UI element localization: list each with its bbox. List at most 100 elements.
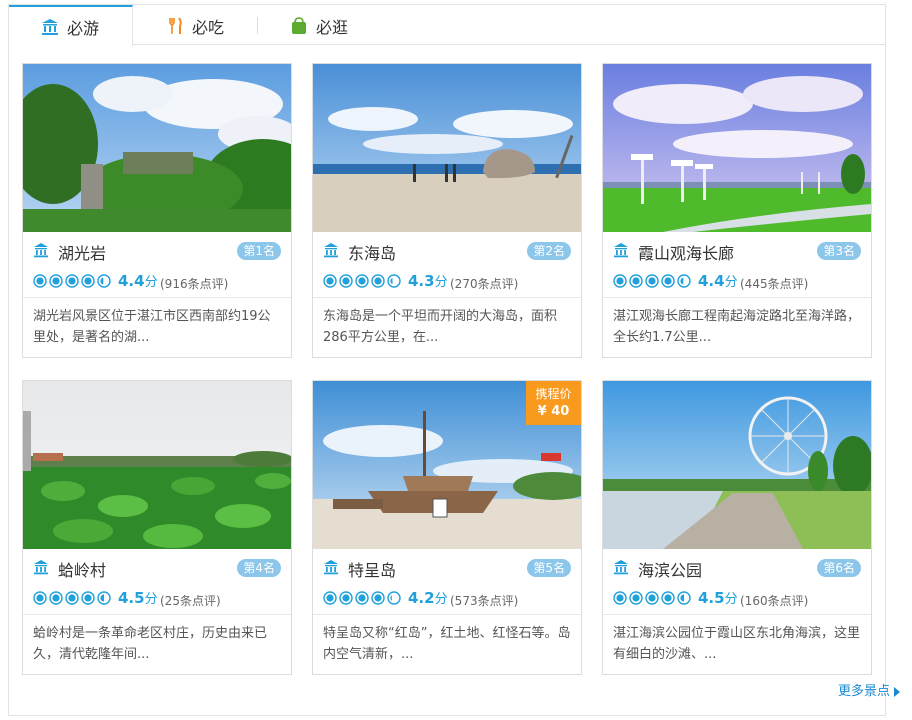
rating-dot-icon xyxy=(645,591,659,605)
attraction-card[interactable]: 携程价 ¥ 40 特呈岛 第5名 4.2分 (573条点评) 特呈岛又称“红岛”… xyxy=(312,380,582,675)
rating-dot-icon xyxy=(387,274,401,288)
rating-dot-icon xyxy=(661,591,675,605)
rank-badge: 第1名 xyxy=(237,242,281,260)
attraction-description: 特呈岛又称“红岛”，红土地、红怪石等。岛内空气清新，... xyxy=(313,614,581,674)
attraction-photo[interactable] xyxy=(23,381,291,549)
attraction-name[interactable]: 海滨公园 xyxy=(638,557,702,581)
rank-badge: 第5名 xyxy=(527,559,571,577)
score: 4.4分 xyxy=(118,272,158,290)
attraction-description: 东海岛是一个平坦而开阔的大海岛，面积286平方公里，在... xyxy=(313,297,581,357)
tab-bar: 必游 必吃 必逛 xyxy=(9,5,885,46)
rating-dot-icon xyxy=(323,591,337,605)
rating-dot-icon xyxy=(613,591,627,605)
attraction-card[interactable]: 湖光岩 第1名 4.4分 (916条点评) 湖光岩风景区位于湛江市区西南部约19… xyxy=(22,63,292,358)
museum-icon xyxy=(614,243,628,258)
rating-dot-icon xyxy=(339,274,353,288)
review-count[interactable]: (445条点评) xyxy=(740,275,808,292)
score: 4.4分 xyxy=(698,272,738,290)
rating-dot-icon xyxy=(81,274,95,288)
tab-label: 必逛 xyxy=(316,17,349,37)
rating-dot-icon xyxy=(65,274,79,288)
attraction-card[interactable]: 蛤岭村 第4名 4.5分 (25条点评) 蛤岭村是一条革命老区村庄，历史由来已久… xyxy=(22,380,292,675)
rating-row: 4.5分 (160条点评) xyxy=(603,585,871,613)
rating-dot-icon xyxy=(33,591,47,605)
rating-dot-icon xyxy=(371,591,385,605)
review-count[interactable]: (573条点评) xyxy=(450,592,518,609)
museum-icon xyxy=(324,243,338,258)
tab-must-visit[interactable]: 必游 xyxy=(9,5,133,46)
shopping-bag-icon xyxy=(292,16,306,34)
rating-dot-icon xyxy=(65,591,79,605)
rating-dot-icon xyxy=(355,274,369,288)
rating-dot-icon xyxy=(81,591,95,605)
score: 4.2分 xyxy=(408,589,448,607)
rank-badge: 第6名 xyxy=(817,559,861,577)
rating-dot-icon xyxy=(677,274,691,288)
attraction-description: 湖光岩风景区位于湛江市区西南部约19公里处，是著名的湖... xyxy=(23,297,291,357)
rating-row: 4.4分 (916条点评) xyxy=(23,268,291,296)
attraction-description: 湛江观海长廊工程南起海淀路北至海洋路，全长约1.7公里... xyxy=(603,297,871,357)
rating-dot-icon xyxy=(33,274,47,288)
rating-dot-icon xyxy=(97,591,111,605)
rating-stars xyxy=(323,274,403,288)
rating-row: 4.2分 (573条点评) xyxy=(313,585,581,613)
name-row: 霞山观海长廊 第3名 xyxy=(603,232,871,268)
review-count[interactable]: (25条点评) xyxy=(160,592,221,609)
rating-dot-icon xyxy=(613,274,627,288)
arrow-right-icon xyxy=(894,686,900,697)
attraction-description: 湛江海滨公园位于霞山区东北角海滨，这里有细白的沙滩、... xyxy=(603,614,871,674)
review-count[interactable]: (160条点评) xyxy=(740,592,808,609)
rating-dot-icon xyxy=(677,591,691,605)
attraction-description: 蛤岭村是一条革命老区村庄，历史由来已久，清代乾隆年间... xyxy=(23,614,291,674)
rating-stars xyxy=(33,274,113,288)
review-count[interactable]: (270条点评) xyxy=(450,275,518,292)
rating-row: 4.4分 (445条点评) xyxy=(603,268,871,296)
fork-knife-icon xyxy=(169,16,182,34)
attraction-card[interactable]: 海滨公园 第6名 4.5分 (160条点评) 湛江海滨公园位于霞山区东北角海滨，… xyxy=(602,380,872,675)
name-row: 特呈岛 第5名 xyxy=(313,549,581,585)
museum-icon xyxy=(34,243,48,258)
more-attractions-link[interactable]: 更多景点 xyxy=(838,680,900,699)
rating-stars xyxy=(613,274,693,288)
score: 4.5分 xyxy=(698,589,738,607)
attraction-name[interactable]: 特呈岛 xyxy=(348,557,396,581)
rank-badge: 第3名 xyxy=(817,242,861,260)
attraction-photo[interactable] xyxy=(603,64,871,232)
score: 4.5分 xyxy=(118,589,158,607)
score: 4.3分 xyxy=(408,272,448,290)
tab-label: 必吃 xyxy=(192,17,225,37)
name-row: 东海岛 第2名 xyxy=(313,232,581,268)
review-count[interactable]: (916条点评) xyxy=(160,275,228,292)
name-row: 海滨公园 第6名 xyxy=(603,549,871,585)
attraction-name[interactable]: 霞山观海长廊 xyxy=(638,240,734,264)
rating-stars xyxy=(33,591,113,605)
attraction-photo[interactable] xyxy=(603,381,871,549)
attraction-name[interactable]: 湖光岩 xyxy=(58,240,106,264)
rating-dot-icon xyxy=(371,274,385,288)
tab-must-shop[interactable]: 必逛 xyxy=(258,5,382,46)
rating-dot-icon xyxy=(49,591,63,605)
attraction-photo[interactable] xyxy=(23,64,291,232)
rating-stars xyxy=(613,591,693,605)
tab-label: 必游 xyxy=(67,18,100,38)
rating-dot-icon xyxy=(661,274,675,288)
price-tag[interactable]: 携程价 ¥ 40 xyxy=(526,381,581,425)
tab-must-eat[interactable]: 必吃 xyxy=(134,5,258,46)
attraction-photo[interactable] xyxy=(313,64,581,232)
attraction-name[interactable]: 东海岛 xyxy=(348,240,396,264)
museum-icon xyxy=(614,560,628,575)
rating-dot-icon xyxy=(629,274,643,288)
rating-row: 4.5分 (25条点评) xyxy=(23,585,291,613)
name-row: 蛤岭村 第4名 xyxy=(23,549,291,585)
rating-dot-icon xyxy=(339,591,353,605)
museum-icon xyxy=(324,560,338,575)
rating-dot-icon xyxy=(49,274,63,288)
attraction-name[interactable]: 蛤岭村 xyxy=(58,557,106,581)
attraction-card[interactable]: 东海岛 第2名 4.3分 (270条点评) 东海岛是一个平坦而开阔的大海岛，面积… xyxy=(312,63,582,358)
rating-dot-icon xyxy=(97,274,111,288)
rating-dot-icon xyxy=(629,591,643,605)
museum-icon xyxy=(34,560,48,575)
rating-stars xyxy=(323,591,403,605)
rank-badge: 第4名 xyxy=(237,559,281,577)
attraction-card[interactable]: 霞山观海长廊 第3名 4.4分 (445条点评) 湛江观海长廊工程南起海淀路北至… xyxy=(602,63,872,358)
